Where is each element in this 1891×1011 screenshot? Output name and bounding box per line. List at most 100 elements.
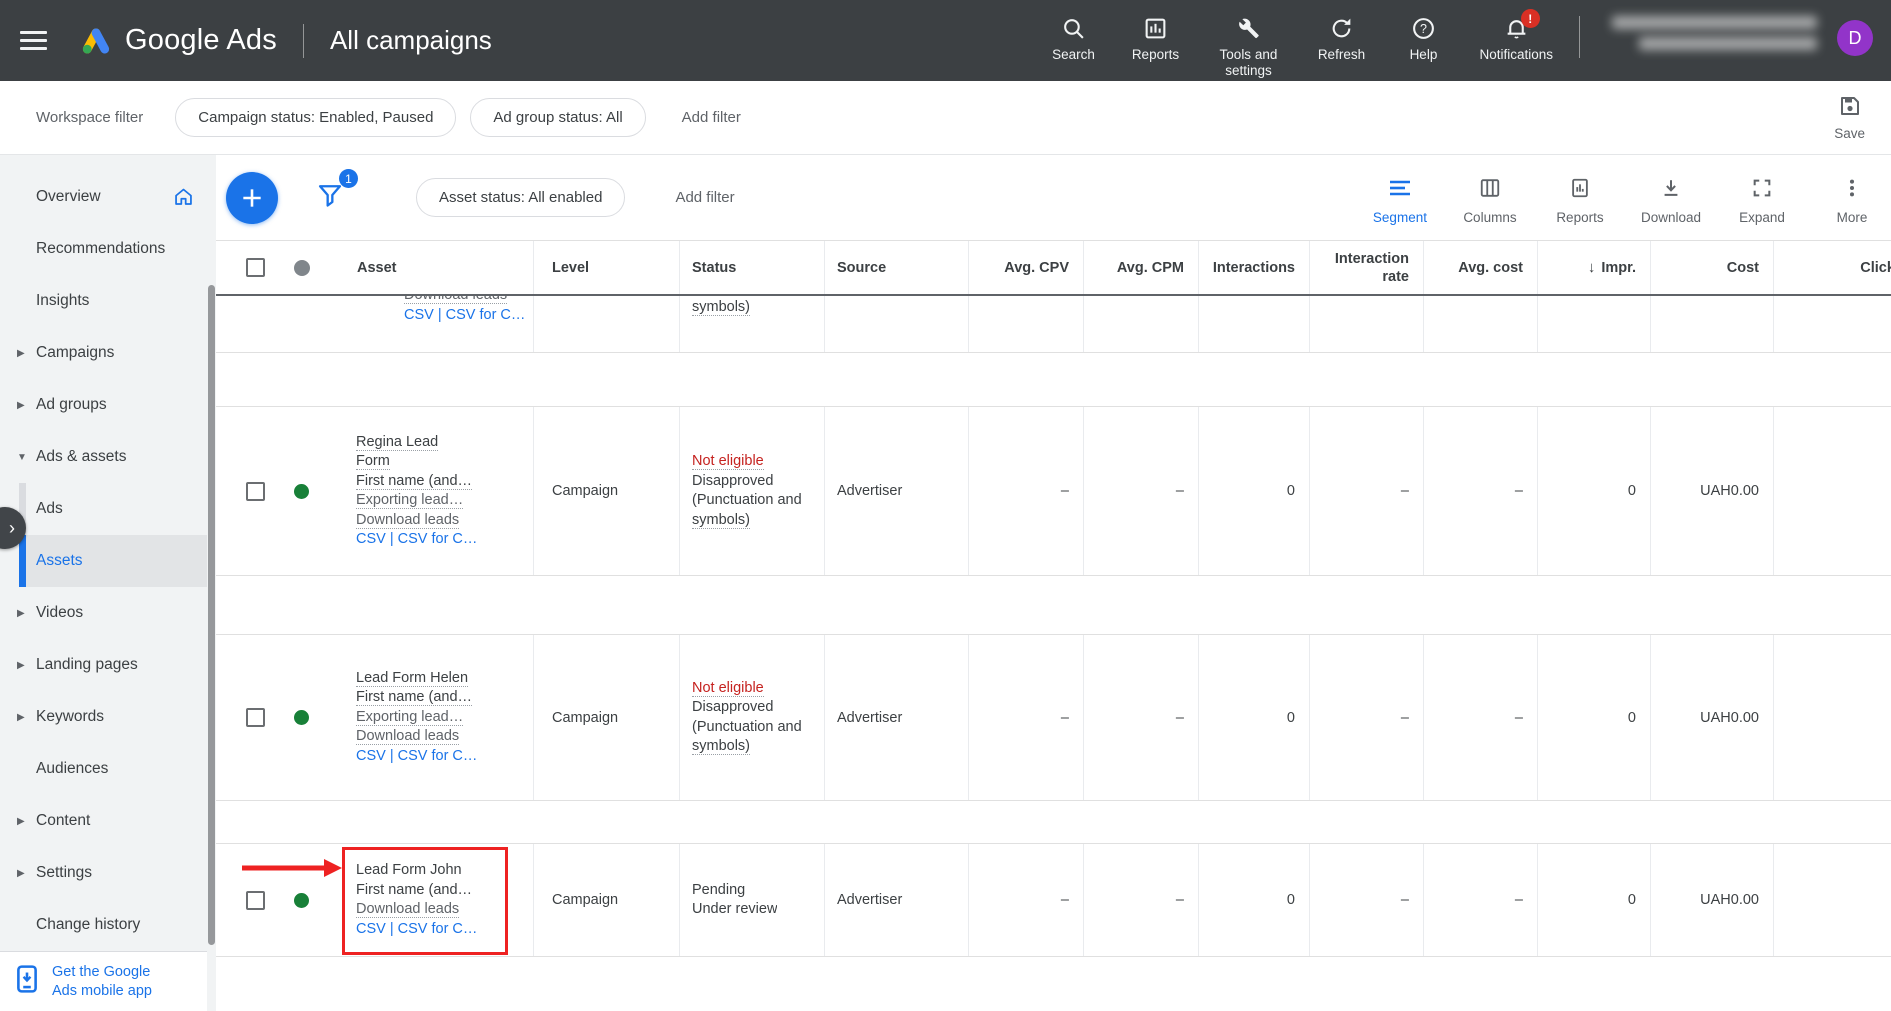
asset-name[interactable]: Lead Form John: [356, 861, 526, 881]
expand-icon: [1750, 177, 1774, 204]
column-header-clicks[interactable]: Clicks: [1774, 241, 1891, 294]
row-checkbox[interactable]: [246, 708, 265, 727]
avg-cpv-cell: –: [969, 844, 1084, 956]
avatar[interactable]: D: [1837, 20, 1873, 56]
table-header-row: Asset Level Status Source Avg. CPV Avg. …: [216, 240, 1891, 296]
column-header-status[interactable]: Status: [680, 241, 825, 294]
main-content: 1 Asset status: All enabled Add filter S…: [216, 155, 1891, 1011]
interactions-cell: 0: [1199, 844, 1310, 956]
sidebar-item-ad-groups[interactable]: ▶ Ad groups: [0, 379, 207, 431]
columns-button[interactable]: Columns: [1461, 177, 1519, 225]
column-header-source[interactable]: Source: [825, 241, 969, 294]
sidebar-item-assets[interactable]: Assets: [19, 535, 207, 587]
notifications-button[interactable]: ! Notifications: [1479, 16, 1553, 63]
chevron-right-icon: ▶: [17, 712, 25, 723]
column-header-interaction-rate[interactable]: Interaction rate: [1310, 241, 1424, 294]
save-icon: [1838, 94, 1862, 123]
topbar-divider: [1579, 16, 1580, 58]
topbar-divider: [303, 24, 304, 58]
scrollbar-thumb[interactable]: [208, 285, 215, 945]
sidebar-nav: Overview Recommendations Insights ▶ Camp…: [0, 155, 207, 1011]
sidebar-item-landing-pages[interactable]: ▶ Landing pages: [0, 639, 207, 691]
download-button[interactable]: Download: [1641, 177, 1701, 225]
main-menu-icon[interactable]: [20, 31, 47, 50]
row-checkbox[interactable]: [246, 482, 265, 501]
home-icon: [173, 186, 194, 212]
assets-table: Asset Level Status Source Avg. CPV Avg. …: [216, 240, 1891, 957]
column-header-level[interactable]: Level: [534, 241, 680, 294]
csv-links[interactable]: CSV | CSV for C…: [356, 920, 526, 940]
more-button[interactable]: More: [1823, 177, 1881, 225]
status-text: symbols): [692, 299, 750, 316]
tools-and-settings-button[interactable]: Tools and settings: [1211, 16, 1285, 78]
csv-links[interactable]: CSV | CSV for C…: [404, 306, 533, 326]
cost-cell: UAH0.00: [1651, 844, 1774, 956]
column-header-avg-cpm[interactable]: Avg. CPM: [1084, 241, 1199, 294]
sidebar-item-audiences[interactable]: Audiences: [0, 743, 207, 795]
reports-button[interactable]: Reports: [1129, 16, 1181, 63]
select-all-checkbox[interactable]: [246, 258, 265, 277]
table-add-filter[interactable]: Add filter: [675, 189, 734, 206]
segment-icon: [1388, 177, 1412, 204]
workspace-add-filter[interactable]: Add filter: [682, 109, 741, 126]
sidebar-item-ads-and-assets[interactable]: ▼ Ads & assets: [0, 431, 207, 483]
expand-button[interactable]: Expand: [1733, 177, 1791, 225]
avg-cpv-cell: –: [969, 635, 1084, 800]
sidebar-item-campaigns[interactable]: ▶ Campaigns: [0, 327, 207, 379]
status-dot-header[interactable]: [294, 260, 310, 276]
cost-cell: UAH0.00: [1651, 635, 1774, 800]
column-header-impr[interactable]: ↓ Impr.: [1538, 241, 1651, 294]
enabled-status-dot: [294, 893, 309, 908]
sidebar-item-keywords[interactable]: ▶ Keywords: [0, 691, 207, 743]
refresh-button[interactable]: Refresh: [1315, 16, 1367, 63]
sort-descending-icon: ↓: [1588, 259, 1596, 277]
workspace-filter-bar: Workspace filter Campaign status: Enable…: [0, 81, 1891, 155]
page-title: All campaigns: [330, 25, 492, 56]
avg-cpm-cell: –: [1084, 407, 1199, 575]
column-header-avg-cpv[interactable]: Avg. CPV: [969, 241, 1084, 294]
search-button[interactable]: Search: [1047, 16, 1099, 63]
add-asset-button[interactable]: [226, 172, 278, 224]
filter-funnel-button[interactable]: 1: [316, 181, 344, 214]
chevron-right-icon: ▶: [17, 400, 25, 411]
column-header-interactions[interactable]: Interactions: [1199, 241, 1310, 294]
clicks-cell: 0: [1774, 407, 1891, 575]
ad-group-status-chip[interactable]: Ad group status: All: [470, 98, 645, 137]
avg-cpm-cell: –: [1084, 635, 1199, 800]
source-cell: Advertiser: [825, 407, 969, 575]
sidebar-item-recommendations[interactable]: Recommendations: [0, 223, 207, 275]
sidebar-item-settings[interactable]: ▶ Settings: [0, 847, 207, 899]
csv-links[interactable]: CSV | CSV for C…: [356, 747, 526, 767]
asset-name[interactable]: Regina Lead: [356, 434, 438, 451]
asset-name[interactable]: Lead Form Helen: [356, 670, 468, 687]
sidebar-scrollbar[interactable]: [207, 155, 216, 1011]
notification-badge: !: [1521, 9, 1540, 28]
row-checkbox[interactable]: [246, 891, 265, 910]
save-button[interactable]: Save: [1834, 94, 1865, 142]
column-header-asset[interactable]: Asset: [357, 260, 397, 276]
level-cell: Campaign: [534, 844, 680, 956]
account-info-redacted: [1602, 16, 1817, 50]
mobile-phone-download-icon: [16, 965, 38, 998]
brand-name: Google Ads: [125, 24, 277, 57]
campaign-status-chip[interactable]: Campaign status: Enabled, Paused: [175, 98, 456, 137]
get-mobile-app-link[interactable]: Get the Google Ads mobile app: [0, 951, 207, 1011]
asset-status-chip[interactable]: Asset status: All enabled: [416, 178, 625, 217]
column-header-avg-cost[interactable]: Avg. cost: [1424, 241, 1538, 294]
sidebar-item-insights[interactable]: Insights: [0, 275, 207, 327]
cost-cell: UAH0.00: [1651, 407, 1774, 575]
sidebar-item-change-history[interactable]: Change history: [0, 899, 207, 951]
chart-icon: [1568, 177, 1592, 204]
level-cell: Campaign: [534, 635, 680, 800]
sidebar-item-content[interactable]: ▶ Content: [0, 795, 207, 847]
sidebar-item-overview[interactable]: Overview: [0, 171, 207, 223]
column-header-cost[interactable]: Cost: [1651, 241, 1774, 294]
download-icon: [1659, 177, 1683, 204]
table-row-partial: Download leads CSV | CSV for C… symbols): [216, 296, 1891, 353]
segment-button[interactable]: Segment: [1371, 177, 1429, 225]
csv-links[interactable]: CSV | CSV for C…: [356, 530, 526, 550]
sidebar-item-ads[interactable]: Ads: [19, 483, 207, 535]
reports-toolbar-button[interactable]: Reports: [1551, 177, 1609, 225]
sidebar-item-videos[interactable]: ▶ Videos: [0, 587, 207, 639]
help-button[interactable]: ? Help: [1397, 16, 1449, 63]
